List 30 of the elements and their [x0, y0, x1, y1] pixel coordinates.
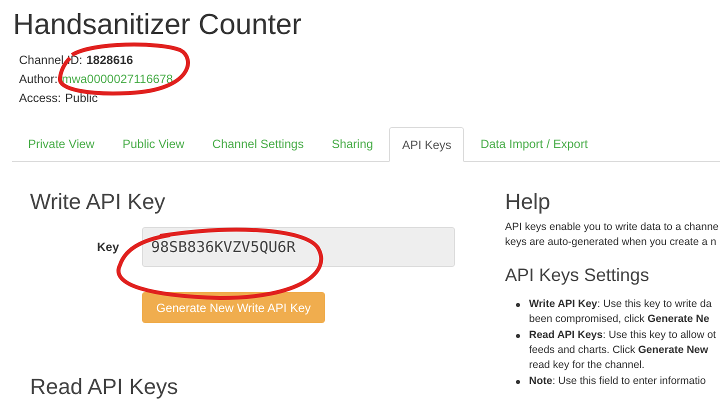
bullet-icon — [516, 334, 520, 338]
page-title: Handsanitizer Counter — [13, 8, 302, 43]
help-text: keys are auto-generated when you create a n — [505, 235, 716, 250]
bullet-icon — [516, 380, 520, 384]
help-text: Write API Key: Use this key to write da — [529, 297, 712, 312]
help-heading: Help — [505, 188, 550, 216]
section-heading: Read API Keys — [30, 373, 178, 401]
help-text: been compromised, click Generate Ne — [529, 312, 710, 327]
tab[interactable]: Data Import / Export — [468, 126, 600, 161]
key-label: Key — [97, 239, 120, 256]
info-label: Author: — [19, 71, 58, 87]
info-value: Public — [65, 90, 98, 106]
tab[interactable]: Sharing — [320, 126, 386, 161]
tab[interactable]: Private View — [16, 126, 106, 161]
info-value: 1828616 — [86, 52, 134, 68]
help-text: read key for the channel. — [529, 358, 645, 373]
tab[interactable]: Public View — [110, 126, 196, 161]
settings-heading: API Keys Settings — [505, 264, 650, 287]
help-text: Read API Keys: Use this key to allow ot — [529, 328, 716, 343]
section-heading: Write API Key — [30, 188, 166, 216]
tab[interactable]: Channel Settings — [200, 126, 316, 161]
key-field[interactable]: 98SB836KVZV5QU6R — [142, 227, 455, 267]
help-text: feeds and charts. Click Generate New — [529, 343, 708, 358]
bullet-icon — [516, 303, 520, 307]
tab[interactable]: API Keys — [389, 127, 464, 162]
info-label: Access: — [19, 90, 62, 106]
generate-key-button[interactable]: Generate New Write API Key — [142, 292, 325, 323]
author-link[interactable]: mwa0000027116678 — [62, 71, 173, 87]
help-text: API keys enable you to write data to a channe — [505, 220, 719, 235]
help-text: Note: Use this field to enter informatio — [529, 374, 706, 389]
